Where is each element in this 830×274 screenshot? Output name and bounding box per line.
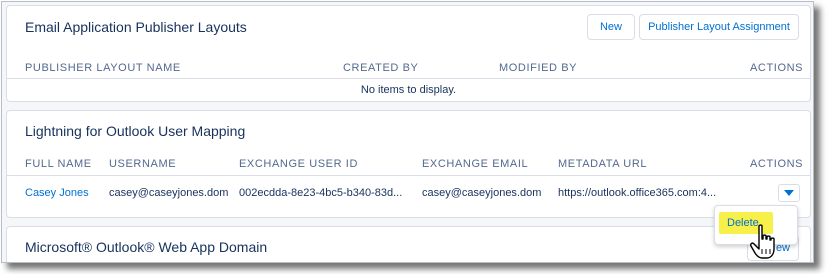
column-header-username: USERNAME: [109, 158, 177, 170]
column-header-created-by: CREATED BY: [343, 62, 419, 74]
metadata-url-cell: https://outlook.office365.com:4...: [558, 187, 717, 199]
header-divider: [7, 175, 810, 176]
card-title: Email Application Publisher Layouts: [25, 19, 247, 35]
column-header-exchange-email: EXCHANGE EMAIL: [422, 158, 529, 170]
hand-cursor-icon: [750, 224, 778, 262]
column-header-exchange-user-id: EXCHANGE USER ID: [239, 158, 359, 170]
publisher-layout-assignment-button[interactable]: Publisher Layout Assignment: [639, 14, 799, 40]
card-title: Microsoft® Outlook® Web App Domain: [25, 239, 268, 255]
column-header-actions: ACTIONS: [750, 62, 804, 74]
column-header-full-name: FULL NAME: [25, 158, 92, 170]
exchange-email-cell: casey@caseyjones.dom: [422, 187, 542, 199]
row-actions-button[interactable]: [778, 184, 800, 202]
screenshot-frame: Email Application Publisher Layouts New …: [1, 1, 814, 263]
column-header-metadata-url: METADATA URL: [558, 158, 648, 170]
web-app-domain-card: Microsoft® Outlook® Web App Domain ew: [6, 226, 811, 262]
full-name-link[interactable]: Casey Jones: [25, 187, 89, 199]
chevron-down-icon: [784, 184, 794, 202]
email-publisher-layouts-card: Email Application Publisher Layouts New …: [6, 5, 811, 102]
username-cell: casey@caseyjones.dom: [109, 187, 229, 199]
card-title: Lightning for Outlook User Mapping: [25, 123, 246, 139]
column-header-actions: ACTIONS: [750, 158, 804, 170]
header-divider: [7, 78, 810, 79]
exchange-user-id-cell: 002ecdda-8e23-4bc5-b340-83d...: [239, 187, 403, 199]
column-header-modified-by: MODIFIED BY: [499, 62, 578, 74]
user-mapping-card: Lightning for Outlook User Mapping FULL …: [6, 110, 811, 218]
empty-table-message: No items to display.: [360, 84, 457, 96]
new-button[interactable]: New: [587, 14, 635, 40]
column-header-publisher-layout-name: PUBLISHER LAYOUT NAME: [25, 62, 181, 74]
